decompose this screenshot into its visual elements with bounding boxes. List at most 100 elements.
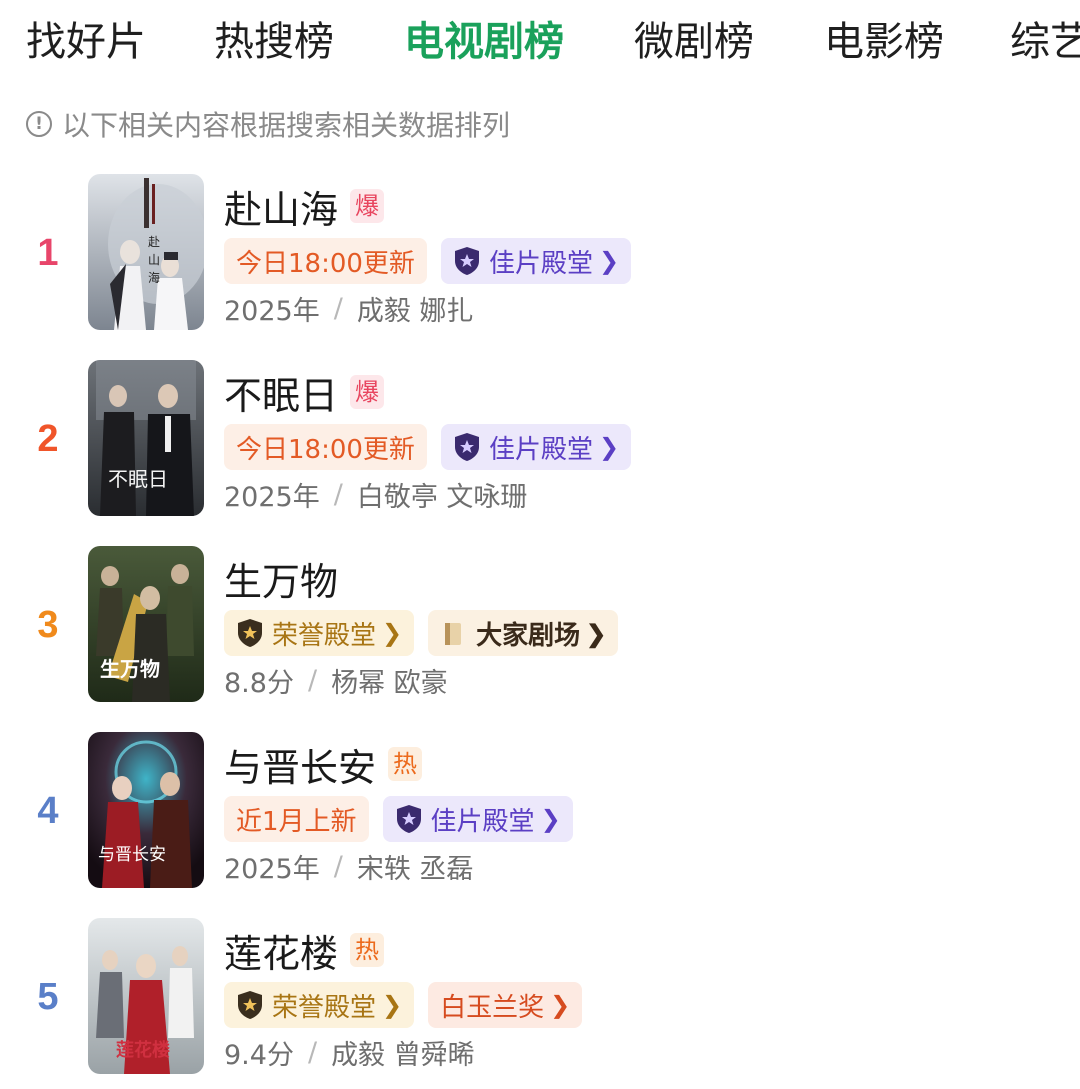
tag-line: 今日18:00更新 佳片殿堂 ❯ — [224, 238, 632, 284]
tab-tv-drama[interactable]: 电视剧榜 — [404, 16, 564, 68]
update-tag: 近1月上新 — [224, 796, 369, 842]
title-line: 生万物 — [224, 550, 338, 606]
title-line: 莲花楼 热 — [224, 922, 385, 978]
meta-cast: 白敬亭 文咏珊 — [356, 481, 528, 513]
poster-image[interactable]: 赴 山 海 — [88, 174, 204, 330]
chevron-right-icon: ❯ — [540, 805, 561, 833]
category-tabs: 找好片 热搜榜 电视剧榜 微剧榜 电影榜 综艺 — [0, 0, 1080, 90]
tag-label: 佳片殿堂 — [488, 248, 593, 279]
title-line: 不眠日 爆 — [224, 364, 385, 420]
purple-shield-icon — [396, 805, 421, 833]
meta-separator: / — [333, 478, 343, 510]
chevron-right-icon: ❯ — [550, 991, 571, 1019]
tag-label: 荣誉殿堂 — [272, 620, 377, 651]
meta-separator: / — [333, 292, 343, 324]
hot-badge: 爆 — [350, 189, 385, 223]
tag-line: 近1月上新 佳片殿堂 ❯ — [224, 796, 573, 842]
master-theater-tag[interactable]: 大家剧场 ❯ — [428, 610, 619, 656]
tag-line: 荣誉殿堂 ❯ 大家剧场 ❯ — [224, 610, 619, 656]
purple-shield-icon — [454, 247, 479, 275]
title-line: 赴山海 爆 — [224, 178, 385, 234]
drama-title[interactable]: 不眠日 — [224, 365, 338, 420]
gold-shield-icon — [238, 991, 262, 1019]
hot-badge: 热 — [388, 747, 423, 781]
list-item[interactable]: 1 赴 山 海 赴山海 爆 今日18:00更新 佳片殿堂 ❯ 2025年 / 成… — [0, 174, 1080, 334]
hall-of-honor-tag[interactable]: 荣誉殿堂 ❯ — [224, 982, 415, 1028]
poster-image[interactable]: 与晋长安 — [88, 732, 204, 888]
meta-separator: / — [307, 1036, 318, 1068]
drama-title[interactable]: 生万物 — [224, 551, 338, 606]
magnolia-award-tag[interactable]: 白玉兰奖 ❯ — [428, 982, 583, 1028]
tag-label: 大家剧场 — [476, 620, 581, 651]
poster-image[interactable]: 生万物 — [88, 546, 204, 702]
rank-number: 4 — [37, 790, 59, 832]
chevron-right-icon: ❯ — [382, 991, 403, 1019]
tag-line: 今日18:00更新 佳片殿堂 ❯ — [224, 424, 632, 470]
hall-of-honor-tag[interactable]: 荣誉殿堂 ❯ — [224, 610, 415, 656]
meta-year: 2025年 — [224, 481, 320, 513]
list-item[interactable]: 4 与晋长安 与晋长安 热 近1月上新 佳片殿堂 ❯ 2025年 / 宋轶 丞磊 — [0, 732, 1080, 892]
meta-line: 2025年 / 宋轶 丞磊 — [224, 846, 473, 886]
notice-text: 以下相关内容根据搜索相关数据排列 — [62, 109, 511, 142]
poster-title: 生万物 — [100, 657, 160, 681]
meta-line: 9.4分 / 成毅 曾舜晞 — [224, 1032, 475, 1072]
list-item[interactable]: 3 生万物 生万物 荣誉殿堂 ❯ 大家剧场 ❯ 8.8分 / 杨幂 欧豪 — [0, 546, 1080, 706]
poster-title: 与晋长安 — [98, 845, 166, 865]
tag-label: 佳片殿堂 — [430, 806, 535, 837]
chevron-right-icon: ❯ — [382, 619, 403, 647]
hall-of-fine-films-tag[interactable]: 佳片殿堂 ❯ — [382, 796, 573, 842]
rank-number: 3 — [37, 604, 59, 646]
list-item[interactable]: 5 莲花楼 莲花楼 热 荣誉殿堂 ❯ 白玉兰奖 ❯ 9.4分 / 成毅 曾舜晞 — [0, 918, 1080, 1078]
tab-find-good-films[interactable]: 找好片 — [26, 16, 146, 68]
poster-title: 莲花楼 — [116, 1039, 170, 1061]
svg-text:海: 海 — [148, 270, 160, 285]
meta-line: 8.8分 / 杨幂 欧豪 — [224, 660, 448, 700]
purple-shield-icon — [454, 433, 479, 461]
tab-variety[interactable]: 综艺 — [1010, 16, 1080, 68]
tag-label: 白玉兰奖 — [440, 992, 545, 1023]
info-circle-icon: ! — [26, 111, 52, 137]
meta-year: 2025年 — [224, 295, 320, 327]
list-item[interactable]: 2 不眠日 不眠日 爆 今日18:00更新 佳片殿堂 ❯ 2025年 / 白敬亭… — [0, 360, 1080, 520]
meta-score: 9.4分 — [224, 1039, 294, 1071]
meta-cast: 杨幂 欧豪 — [331, 667, 448, 699]
title-line: 与晋长安 热 — [224, 736, 423, 792]
meta-cast: 宋轶 丞磊 — [356, 853, 474, 885]
meta-separator: / — [307, 664, 318, 696]
poster-image[interactable]: 不眠日 — [88, 360, 204, 516]
tab-micro-drama[interactable]: 微剧榜 — [634, 16, 754, 68]
svg-text:山: 山 — [148, 253, 160, 267]
update-tag: 今日18:00更新 — [224, 238, 427, 284]
update-tag: 今日18:00更新 — [224, 424, 427, 470]
hall-of-fine-films-tag[interactable]: 佳片殿堂 ❯ — [440, 238, 632, 284]
drama-title[interactable]: 与晋长安 — [224, 737, 376, 792]
rank-number: 2 — [37, 418, 59, 460]
tag-label: 荣誉殿堂 — [272, 992, 377, 1023]
hot-badge: 爆 — [350, 375, 385, 409]
tab-hot-search[interactable]: 热搜榜 — [214, 16, 334, 68]
poster-title: 不眠日 — [108, 467, 168, 491]
rank-number: 5 — [37, 976, 59, 1018]
hot-badge: 热 — [350, 933, 385, 967]
meta-year: 2025年 — [224, 853, 320, 885]
tag-label: 佳片殿堂 — [488, 434, 593, 465]
tag-line: 荣誉殿堂 ❯ 白玉兰奖 ❯ — [224, 982, 583, 1028]
chevron-right-icon: ❯ — [598, 433, 620, 461]
meta-separator: / — [333, 850, 343, 882]
meta-score: 8.8分 — [224, 667, 294, 699]
tab-movie[interactable]: 电影榜 — [824, 16, 944, 68]
poster-image[interactable]: 莲花楼 — [88, 918, 204, 1074]
hall-of-fine-films-tag[interactable]: 佳片殿堂 ❯ — [440, 424, 632, 470]
chevron-right-icon: ❯ — [598, 247, 620, 275]
gold-shield-icon — [238, 619, 262, 647]
rank-number: 1 — [37, 232, 59, 274]
drama-title[interactable]: 莲花楼 — [224, 923, 338, 978]
meta-line: 2025年 / 成毅 娜扎 — [224, 288, 473, 328]
scroll-icon — [445, 623, 462, 645]
meta-cast: 成毅 娜扎 — [356, 295, 474, 327]
chevron-right-icon: ❯ — [586, 618, 607, 648]
drama-title[interactable]: 赴山海 — [224, 179, 338, 234]
meta-line: 2025年 / 白敬亭 文咏珊 — [224, 474, 527, 514]
ranking-notice: ! 以下相关内容根据搜索相关数据排列 — [26, 104, 510, 144]
meta-cast: 成毅 曾舜晞 — [331, 1039, 475, 1071]
